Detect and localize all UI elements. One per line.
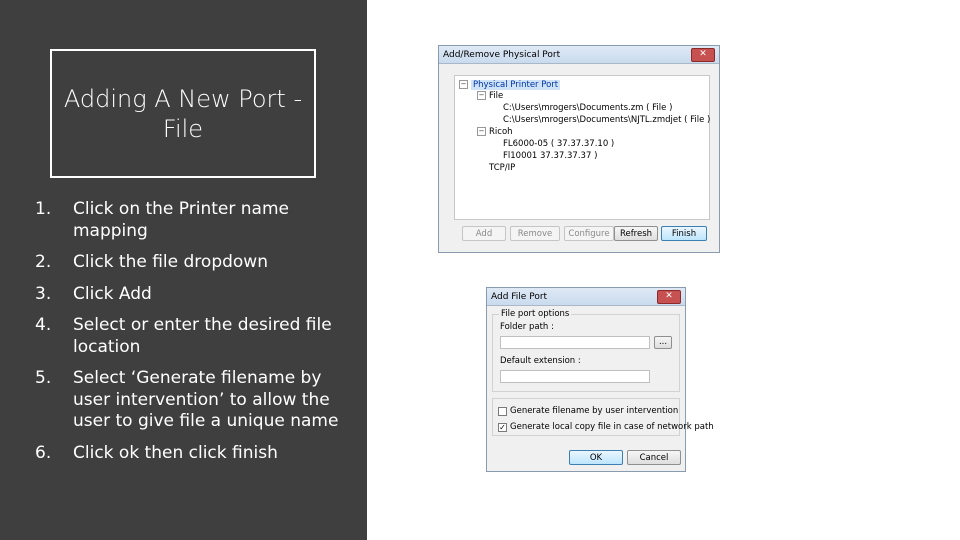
list-item: 3. Click Add (35, 284, 355, 306)
list-item: 6. Click ok then click finish (35, 443, 355, 465)
dialog-title: Add/Remove Physical Port (443, 49, 561, 60)
step-number: 4. (35, 315, 52, 335)
close-button[interactable]: ✕ (691, 48, 715, 62)
step-number: 2. (35, 252, 52, 272)
local-copy-label: Generate local copy file in case of netw… (510, 422, 714, 432)
tree-label: C:\Users\mrogers\Documents.zm ( File ) (503, 103, 673, 113)
tree-item[interactable]: C:\Users\mrogers\Documents.zm ( File ) (503, 103, 672, 114)
instruction-list: 1. Click on the Printer name mapping 2. Cl… (35, 199, 355, 474)
step-text: Click on the Printer name mapping (73, 199, 289, 241)
tree-label: File (489, 91, 504, 101)
generate-filename-checkbox[interactable] (498, 407, 507, 416)
group-label: File port options (499, 309, 572, 319)
ok-button[interactable]: OK (569, 450, 623, 465)
add-remove-port-dialog: Add/Remove Physical Port ✕ − Physical Pri… (438, 45, 720, 253)
tree-node-file[interactable]: − File (477, 91, 503, 102)
slide-left-panel: Adding A New Port - File 1. Click on the … (0, 0, 367, 540)
file-port-options-group: File port options Folder path : ... Defa… (492, 309, 680, 392)
close-button[interactable]: ✕ (657, 290, 681, 304)
check-icon: ✓ (499, 423, 506, 432)
tree-node-tcpip[interactable]: TCP/IP (489, 163, 515, 174)
refresh-button[interactable]: Refresh (614, 226, 658, 241)
collapse-icon[interactable]: − (477, 91, 486, 100)
step-text: Click the file dropdown (73, 252, 268, 272)
tree-node-ricoh[interactable]: − Ricoh (477, 127, 513, 138)
step-text: Select ‘Generate filename by user interv… (73, 368, 339, 431)
finish-button[interactable]: Finish (661, 226, 707, 241)
close-icon: ✕ (665, 291, 673, 301)
list-item: 2. Click the file dropdown (35, 252, 355, 274)
list-item: 1. Click on the Printer name mapping (35, 199, 355, 242)
add-button[interactable]: Add (462, 226, 506, 241)
tree-item[interactable]: C:\Users\mrogers\Documents\NJTL.zmdjet (… (503, 115, 710, 126)
slide-title: Adding A New Port - File (63, 84, 303, 143)
step-text: Click ok then click finish (73, 442, 278, 463)
step-number: 3. (35, 283, 52, 304)
dialog-titlebar: Add/Remove Physical Port ✕ (439, 46, 719, 64)
collapse-icon[interactable]: − (477, 127, 486, 136)
tree-label: Ricoh (489, 127, 513, 137)
default-extension-input[interactable] (500, 370, 650, 383)
configure-button[interactable]: Configure (564, 226, 614, 241)
list-item: 4. Select or enter the desired file locat… (35, 315, 355, 358)
close-icon: ✕ (699, 49, 707, 59)
tree-item[interactable]: Fl10001 37.37.37.37 ) (503, 151, 597, 162)
options-checkbox-group: Generate filename by user intervention ✓… (492, 398, 714, 436)
generate-filename-label: Generate filename by user intervention (510, 406, 679, 416)
remove-button[interactable]: Remove (510, 226, 560, 241)
port-tree[interactable]: − Physical Printer Port − File C:\Users\mr… (454, 75, 710, 220)
step-text: Click Add (73, 283, 152, 304)
step-number: 5. (35, 368, 52, 388)
collapse-icon[interactable]: − (459, 80, 468, 89)
tree-label: TCP/IP (489, 163, 516, 173)
add-file-port-dialog: Add File Port ✕ File port options Folder… (486, 287, 714, 472)
step-number: 6. (35, 442, 52, 463)
folder-path-input[interactable] (500, 336, 650, 349)
folder-path-label: Folder path : (500, 322, 554, 332)
slide-title-box: Adding A New Port - File (50, 49, 316, 178)
port-dialog-buttons: Add Remove Configure Refresh Finish (462, 222, 717, 244)
tree-item[interactable]: FL6000-05 ( 37.37.37.10 ) (503, 139, 614, 150)
browse-button[interactable]: ... (654, 336, 672, 349)
cancel-button[interactable]: Cancel (627, 450, 681, 465)
dialog-titlebar: Add File Port ✕ (487, 288, 685, 306)
dialog-title: Add File Port (491, 291, 548, 302)
step-number: 1. (35, 199, 52, 219)
tree-label: Fl10001 37.37.37.37 ) (503, 151, 598, 161)
default-extension-label: Default extension : (500, 356, 581, 366)
step-text: Select or enter the desired file locatio… (73, 315, 332, 357)
list-item: 5. Select ‘Generate filename by user inte… (35, 368, 355, 433)
tree-label: Physical Printer Port (471, 80, 561, 90)
tree-label: FL6000-05 ( 37.37.37.10 ) (503, 139, 615, 149)
tree-node-root[interactable]: − Physical Printer Port (459, 80, 561, 91)
local-copy-checkbox[interactable]: ✓ (498, 423, 507, 432)
tree-label: C:\Users\mrogers\Documents\NJTL.zmdjet (… (503, 115, 711, 125)
